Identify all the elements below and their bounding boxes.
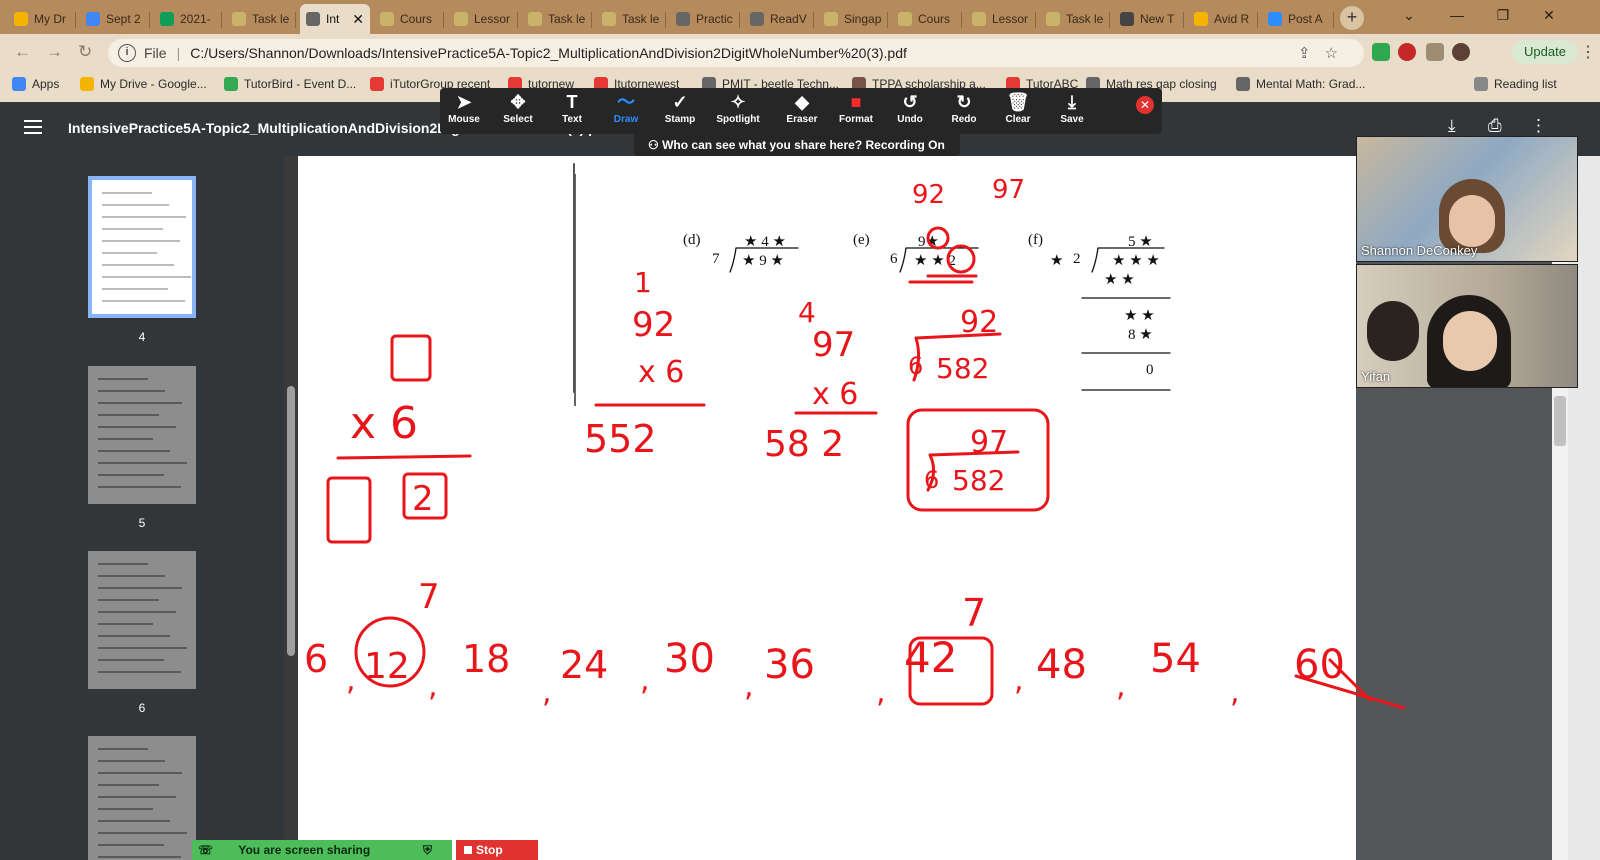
circled-2-e [946,244,976,274]
mark-7-above-42: 7 [962,591,986,635]
eraser-icon: ◆ [795,92,809,112]
tool-mouse[interactable]: ➤ Mouse [436,88,492,134]
mult97-n: 97 [812,325,855,365]
blank-box-top [390,334,432,382]
mouse-pointer-icon: ➤ [456,92,472,112]
multiples-of-six: 6, 12,18,24, 30, 36,42, 48,54,60 [304,633,1345,710]
tool-text[interactable]: T Text [544,88,600,134]
comma: , [640,663,650,698]
child-video [1367,301,1419,361]
guess-92: 92 [912,180,945,210]
trash-icon: 🗑 [1006,92,1030,112]
screen: My Dr Sept 2 2021- Task le Int ✕ Cours Lessor Ta… [0,0,1600,860]
guess-97: 97 [992,175,1025,205]
stop-share-button[interactable]: Stop Share [456,840,538,860]
text-icon: T [566,92,578,112]
comma: , [744,669,754,704]
multiple-6: 6 [304,637,328,681]
screen-sharing-status: ☏ You are screen sharing ⛨ [192,840,452,860]
tool-label: Text [562,114,582,125]
tool-select[interactable]: ✥ Select [490,88,546,134]
mult97-times: x 6 [812,377,858,412]
tool-format[interactable]: ■ Format [828,88,884,134]
phone-icon: ☏ [198,843,214,857]
draw-pen-icon: 〜 [617,92,635,112]
redo-icon: ↻ [956,92,972,112]
div92-divisor: 6 [908,352,923,380]
multiple-30: 30 [664,636,715,682]
tool-label: Mouse [448,114,480,125]
tool-stamp[interactable]: ✓ Stamp [652,88,708,134]
stamp-check-icon: ✓ [672,92,688,112]
tool-label: Draw [613,114,639,125]
save-download-icon: ⤓ [1068,92,1076,112]
div92-dividend: 582 [936,352,989,385]
mult92-one: 1 [634,266,652,299]
share-notice-text: Who can see what you share here? Recordi… [662,138,945,152]
tool-label: Stamp [664,114,696,125]
boxmult-times: x 6 [350,398,418,449]
tool-label: Select [503,114,533,125]
tool-draw[interactable]: 〜 Draw [598,88,654,134]
share-visibility-notice[interactable]: ⚇ Who can see what you share here? Recor… [634,134,960,156]
tool-undo[interactable]: ↺ Undo [882,88,938,134]
tool-label: Undo [897,114,923,125]
close-annotation-icon[interactable]: ✕ [1136,96,1154,114]
tool-label: Redo [951,114,977,125]
mark-7-above-12: 7 [418,577,440,617]
multiple-54: 54 [1150,636,1201,682]
tool-save[interactable]: ⤓ Save [1044,88,1100,134]
tool-spotlight[interactable]: ✧ Spotlight [710,88,766,134]
comma: , [428,669,438,704]
people-icon: ⚇ [648,138,663,152]
multiple-48: 48 [1036,642,1087,688]
mult92-times: x 6 [638,355,684,390]
participant-tile-yifan[interactable]: Yifan [1356,264,1578,388]
div97-divisor: 6 [924,466,939,494]
circled-star-e [926,226,950,250]
tool-label: Eraser [786,114,818,125]
tool-redo[interactable]: ↻ Redo [936,88,992,134]
undo-icon: ↺ [902,92,918,112]
comma: , [1230,675,1240,710]
multiple-60: 60 [1294,642,1345,688]
multiple-18: 18 [462,637,510,681]
blank-box-tens [326,476,372,544]
tool-label: Format [839,114,873,125]
boxmult-ones: 2 [412,479,434,519]
participant-name-shannon: Shannon DeConkey [1361,243,1478,258]
comma: , [1014,663,1024,698]
sharing-status-text: You are screen sharing [238,843,371,857]
shield-icon: ⛨ [422,843,432,857]
div97-dividend: 582 [952,464,1005,497]
annotation-toolbar: ➤ Mouse ✥ Select T Text 〜 Draw ✓ Stamp ✧ Spotlight ◆… [440,88,1162,134]
tool-clear[interactable]: 🗑 Clear [990,88,1046,134]
comma: , [1116,669,1126,704]
tool-eraser[interactable]: ◆ Eraser [774,88,830,134]
comma: , [876,675,886,710]
tool-label: Save [1060,114,1084,125]
mult97-result: 58 2 [764,424,844,465]
tool-label: Spotlight [716,114,760,125]
participant-tile-shannon[interactable]: Shannon DeConkey [1356,136,1578,262]
mult92-n: 92 [632,305,675,345]
face-shannon [1449,195,1495,247]
multiple-36: 36 [764,642,815,688]
spotlight-wand-icon: ✧ [730,92,746,112]
tool-label: Clear [1005,114,1031,125]
multiple-24: 24 [560,643,608,687]
participant-name-yifan: Yifan [1361,369,1391,384]
mult92-result: 552 [584,417,657,461]
format-color-icon: ■ [850,92,862,112]
select-move-icon: ✥ [510,92,526,112]
face-yifan [1443,311,1497,371]
expression-90-plus-blank-x6: (90+_)x6 [330,198,533,249]
comma: , [346,663,356,698]
comma: , [542,675,552,710]
